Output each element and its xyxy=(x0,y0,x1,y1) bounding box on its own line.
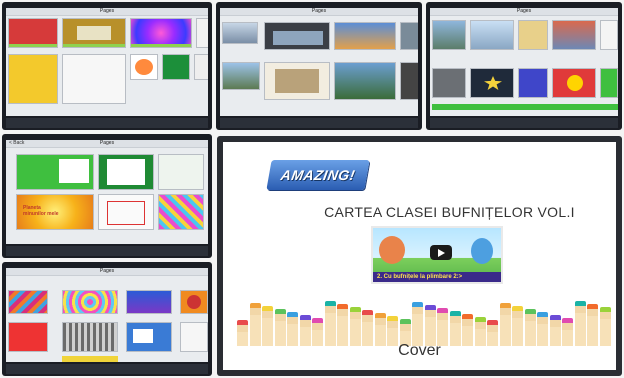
pages-title: Pages xyxy=(99,268,115,274)
slide-thumbnail[interactable] xyxy=(98,194,154,230)
slide-thumbnail[interactable] xyxy=(162,54,190,80)
pencil xyxy=(512,306,523,346)
book-title: CARTEA CLASEI BUFNIȚELOR VOL.I xyxy=(324,204,575,220)
slide-thumbnail[interactable] xyxy=(400,62,418,100)
slide-thumbnail[interactable]: Planeta minunilor mele xyxy=(16,194,94,230)
slide-thumbnail[interactable] xyxy=(600,68,618,98)
video-caption-bar: 2. Cu bufnițele la plimbare 2:> xyxy=(373,272,501,282)
slide-thumbnail[interactable] xyxy=(196,18,208,48)
video-thumbnail[interactable]: 2. Cu bufnițele la plimbare 2:> xyxy=(371,226,503,284)
pages-screen-1: Pages xyxy=(6,8,208,116)
slide-thumbnail[interactable] xyxy=(16,154,94,190)
slide-thumbnail[interactable] xyxy=(158,194,204,230)
pages-title: Pages xyxy=(516,8,532,14)
slide-thumbnail[interactable] xyxy=(180,322,208,352)
pages-title: Pages xyxy=(99,8,115,14)
slide-thumbnail[interactable] xyxy=(518,68,548,98)
thumbnail-caption: Planeta minunilor mele xyxy=(23,205,59,217)
slide-thumbnail[interactable] xyxy=(518,20,548,50)
slide-thumbnail[interactable] xyxy=(432,68,466,98)
slide-thumbnail[interactable] xyxy=(264,62,330,100)
slide-thumbnail[interactable] xyxy=(126,322,172,352)
taskbar xyxy=(6,246,208,256)
slide-thumbnail[interactable] xyxy=(432,20,466,50)
slide-thumbnail[interactable] xyxy=(600,20,618,50)
pages-screen-5: Pages xyxy=(6,268,208,362)
pencil xyxy=(499,303,511,346)
pencil xyxy=(449,311,461,346)
screen-photo-5: Pages xyxy=(2,262,212,376)
pencil xyxy=(537,312,548,346)
slide-thumbnail[interactable] xyxy=(8,290,48,314)
pages-header: Pages xyxy=(430,8,618,16)
slide-thumbnail[interactable] xyxy=(62,54,126,104)
pages-screen-3: Pages xyxy=(430,8,618,116)
slide-thumbnail[interactable] xyxy=(470,20,514,50)
pencil xyxy=(437,308,448,346)
logo-text: AMAZING! xyxy=(279,167,357,183)
slide-thumbnail[interactable] xyxy=(130,18,192,48)
slide-thumbnail[interactable] xyxy=(98,154,154,190)
slide-thumbnail[interactable] xyxy=(8,18,58,48)
slide-thumbnail[interactable] xyxy=(334,22,396,50)
slide-thumbnail[interactable] xyxy=(180,290,208,314)
pencil xyxy=(587,304,598,346)
pencil xyxy=(249,303,261,346)
taskbar xyxy=(220,118,418,128)
pencil xyxy=(349,307,361,346)
cover-label: Cover xyxy=(398,342,441,359)
taskbar xyxy=(430,118,618,128)
slide-thumbnail[interactable] xyxy=(62,322,118,352)
pages-header: < Back Pages xyxy=(6,140,208,148)
slide-thumbnail[interactable] xyxy=(264,22,330,50)
pencil xyxy=(274,309,286,346)
pages-title: Pages xyxy=(99,140,115,146)
pencil xyxy=(599,307,611,346)
pencil xyxy=(324,301,336,346)
slide-thumbnail[interactable] xyxy=(8,54,58,104)
taskbar xyxy=(6,364,208,374)
amazing-logo: AMAZING! xyxy=(266,160,370,190)
slide-thumbnail[interactable] xyxy=(130,54,158,80)
slide-thumbnail[interactable] xyxy=(62,18,126,48)
pencil xyxy=(262,306,273,346)
slide-thumbnail[interactable] xyxy=(194,54,208,80)
slide-thumbnail[interactable] xyxy=(400,22,418,50)
slide-thumbnail[interactable] xyxy=(126,290,172,314)
pencil xyxy=(337,304,348,346)
slide-thumbnail[interactable] xyxy=(8,322,48,352)
slide-thumbnail[interactable] xyxy=(552,68,596,98)
taskbar xyxy=(6,118,208,128)
slide-thumbnail[interactable] xyxy=(222,62,260,90)
pencil xyxy=(412,302,423,346)
slide-thumbnail[interactable] xyxy=(470,68,514,98)
book-cover-photo: AMAZING! CARTEA CLASEI BUFNIȚELOR VOL.I … xyxy=(217,136,622,376)
pages-screen-4: < Back Pages Planeta minunilor mele xyxy=(6,140,208,244)
pages-title: Pages xyxy=(311,8,327,14)
video-caption: 2. Cu bufnițele la plimbare 2:> xyxy=(377,274,463,280)
play-icon[interactable] xyxy=(430,245,452,260)
slide-thumbnail[interactable] xyxy=(552,20,596,50)
pages-screen-2: Pages xyxy=(220,8,418,116)
pencil xyxy=(424,305,436,346)
pencil xyxy=(574,301,586,346)
screen-photo-4: < Back Pages Planeta minunilor mele xyxy=(2,134,212,258)
pages-header: Pages xyxy=(6,268,208,276)
pencil xyxy=(524,309,536,346)
screen-photo-3: Pages xyxy=(426,2,622,130)
slide-thumbnail[interactable] xyxy=(158,154,204,190)
pages-header: Pages xyxy=(6,8,208,16)
slide-thumbnail[interactable] xyxy=(222,22,258,44)
slide-thumbnail[interactable] xyxy=(334,62,396,100)
pencil xyxy=(287,312,298,346)
screen-photo-2: Pages xyxy=(216,2,422,130)
book-cover-page: AMAZING! CARTEA CLASEI BUFNIȚELOR VOL.I … xyxy=(223,142,616,370)
pages-header: Pages xyxy=(220,8,418,16)
screen-photo-1: Pages xyxy=(2,2,212,130)
pencils-illustration xyxy=(237,298,611,346)
pencil xyxy=(362,310,373,346)
slide-thumbnail[interactable] xyxy=(62,290,118,314)
